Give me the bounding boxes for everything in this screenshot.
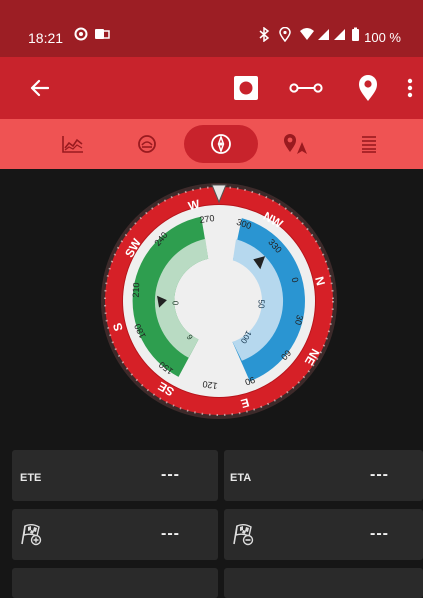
flag-add-panel: --- — [12, 509, 218, 560]
record-icon — [234, 76, 258, 100]
location-icon — [279, 26, 291, 45]
map-pin-button[interactable] — [350, 57, 386, 119]
status-bar: 18:21 100 % — [0, 0, 423, 57]
tab-list[interactable] — [332, 125, 406, 163]
bottom-panel-left — [12, 568, 218, 598]
list-icon — [362, 136, 376, 153]
bluetooth-icon — [258, 26, 270, 45]
bottom-panel-right — [224, 568, 423, 598]
compass-icon — [211, 134, 231, 154]
tab-compass[interactable] — [184, 125, 258, 163]
route-icon — [289, 83, 323, 93]
ete-label: ETE — [20, 472, 42, 484]
chart-icon — [62, 136, 83, 153]
tab-waypoint-navigation[interactable] — [258, 125, 332, 163]
signal-icon — [333, 27, 346, 44]
eta-value: --- — [370, 466, 389, 483]
flag-remove-icon — [231, 522, 255, 551]
record-button[interactable] — [228, 57, 264, 119]
battery-icon — [351, 27, 360, 45]
compass-dial: W NW N NE E SE S SW 270 300 330 0 30 60 … — [101, 183, 337, 419]
flag-remove-value: --- — [370, 525, 389, 542]
more-options-button[interactable] — [400, 57, 420, 119]
flag-remove-panel: --- — [224, 509, 423, 560]
signal-icon — [317, 27, 330, 44]
app-bar — [0, 57, 423, 119]
tab-chart[interactable] — [36, 125, 110, 163]
ete-panel: ETE --- — [12, 450, 218, 501]
flag-add-icon — [19, 522, 43, 551]
ete-value: --- — [161, 466, 180, 483]
gauge-icon — [138, 135, 156, 153]
eta-label: ETA — [230, 472, 252, 484]
tab-gauge[interactable] — [110, 125, 184, 163]
degree-label: 210 — [131, 282, 142, 297]
tab-bar — [0, 119, 423, 169]
starboard-scale-label: 50 — [257, 300, 266, 309]
outlook-icon — [94, 27, 110, 44]
waypoint-navigation-icon — [284, 134, 307, 154]
wifi-icon — [299, 27, 315, 44]
route-button[interactable] — [284, 57, 328, 119]
eta-panel: ETA --- — [224, 450, 423, 501]
degree-label: 120 — [202, 379, 218, 391]
back-button[interactable] — [22, 57, 56, 119]
status-time: 18:21 — [28, 30, 64, 46]
degree-label: 270 — [199, 213, 215, 225]
circle-status-icon — [74, 27, 88, 44]
flag-add-value: --- — [161, 525, 180, 542]
more-vert-icon — [407, 78, 413, 98]
back-arrow-icon — [30, 79, 49, 97]
port-scale-label: 0 — [172, 300, 181, 305]
map-pin-icon — [359, 75, 377, 101]
battery-percent: 100 % — [364, 30, 401, 45]
